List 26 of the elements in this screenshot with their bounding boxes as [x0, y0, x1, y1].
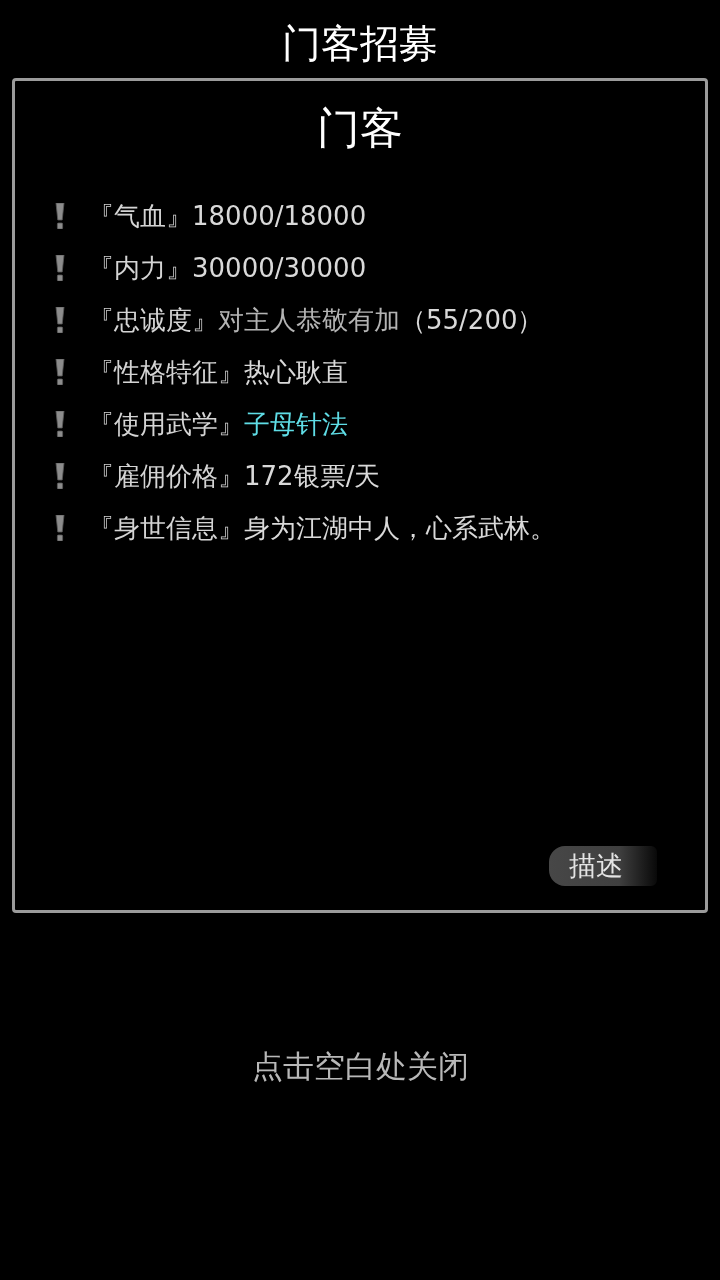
attribute-value[interactable]: 子母针法: [244, 407, 348, 441]
attribute-value: 18000/18000: [192, 200, 367, 233]
close-hint: 点击空白处关闭: [251, 1048, 469, 1084]
attribute-label: 『忠诚度』: [88, 304, 218, 337]
attribute-label: 『身世信息』: [88, 512, 244, 545]
exclamation-icon: [55, 463, 65, 489]
attribute-value: 172银票/天: [244, 460, 381, 493]
attribute-label: 『气血』: [88, 200, 192, 233]
attribute-value: 热心耿直: [244, 356, 348, 389]
attribute-note: （55/200）: [400, 304, 544, 337]
attribute-label: 『性格特征』: [88, 356, 244, 389]
screen-title: 门客招募: [282, 20, 438, 68]
exclamation-icon: [55, 515, 65, 541]
description-button[interactable]: 描述: [549, 846, 657, 886]
attribute-label: 『内力』: [88, 252, 192, 285]
attribute-value: 30000/30000: [192, 252, 367, 285]
exclamation-icon: [55, 255, 65, 281]
attribute-value: 身为江湖中人，心系武林。: [244, 512, 556, 545]
exclamation-icon: [55, 359, 65, 385]
attribute-label: 『雇佣价格』: [88, 460, 244, 493]
attribute-value: 对主人恭敬有加: [218, 304, 400, 337]
attribute-label: 『使用武学』: [88, 408, 244, 441]
dialog-title: 门客: [317, 103, 403, 153]
exclamation-icon: [55, 203, 65, 229]
exclamation-icon: [55, 307, 65, 333]
exclamation-icon: [55, 411, 65, 437]
